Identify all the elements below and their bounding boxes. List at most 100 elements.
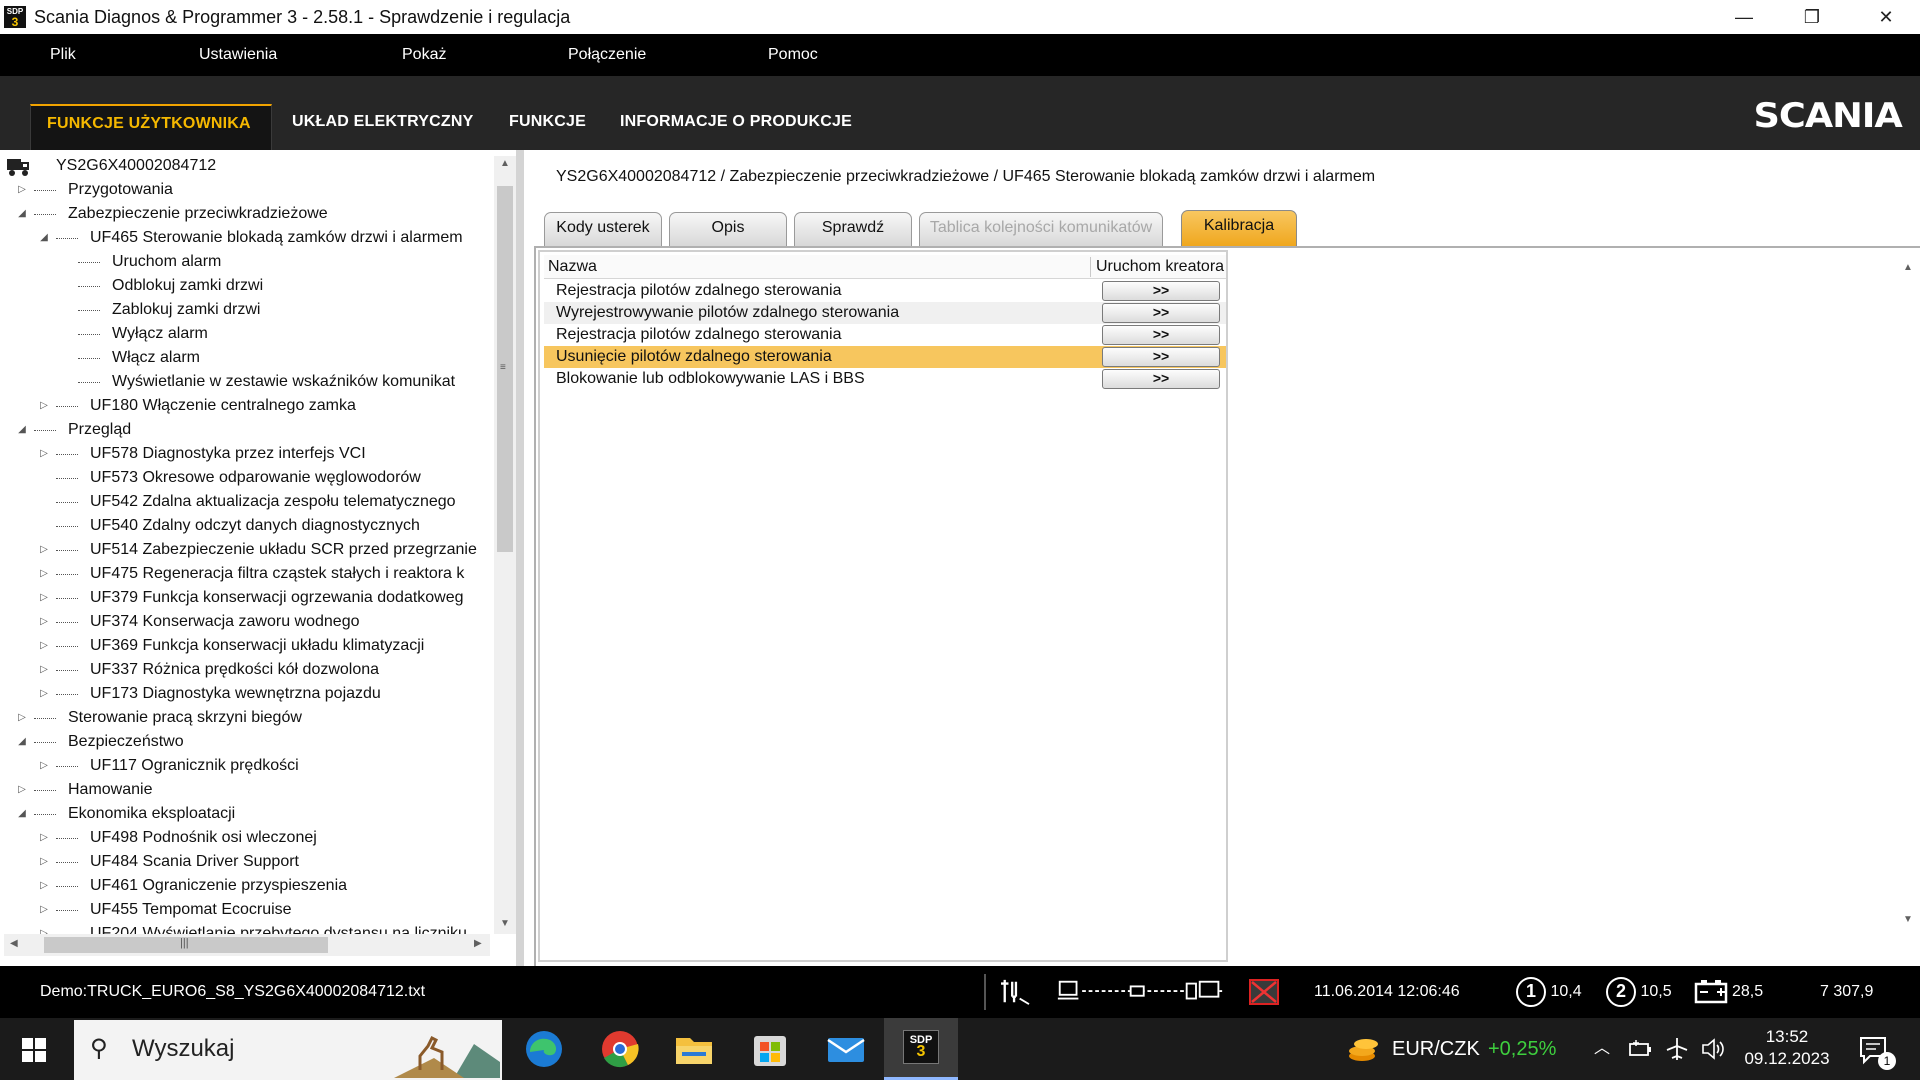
tree-item[interactable]: ▷ UF374 Konserwacja zaworu wodnego — [0, 610, 490, 634]
scrollbar-thumb[interactable]: ≡ — [497, 186, 513, 552]
collapse-arrow-icon[interactable]: ◢ — [16, 202, 28, 226]
tab-user-functions[interactable]: FUNKCJE UŻYTKOWNIKA — [30, 104, 272, 150]
run-wizard-button[interactable]: >> — [1102, 347, 1220, 367]
tree-item[interactable]: ▷ UF484 Scania Driver Support — [0, 850, 490, 874]
tree-item[interactable]: Wyłącz alarm — [0, 322, 490, 346]
scroll-left-arrow-icon[interactable]: ◀ — [10, 938, 18, 949]
expand-arrow-icon[interactable]: ▷ — [38, 658, 50, 682]
expand-arrow-icon[interactable]: ▷ — [16, 778, 28, 802]
mail-icon[interactable] — [818, 1024, 874, 1074]
tab-check[interactable]: Sprawdź — [794, 212, 912, 246]
ecu-error-icon[interactable] — [1248, 978, 1280, 1006]
menu-view[interactable]: Pokaż — [402, 34, 446, 76]
content-vertical-scrollbar[interactable]: ▲ ▼ — [1894, 254, 1920, 966]
run-wizard-button[interactable]: >> — [1102, 369, 1220, 389]
expand-arrow-icon[interactable]: ▷ — [16, 706, 28, 730]
tab-product-information[interactable]: INFORMACJE O PRODUKCJE — [620, 104, 852, 150]
scroll-up-arrow-icon[interactable]: ▲ — [1903, 262, 1913, 273]
tree-vertical-scrollbar[interactable]: ▲ ≡ ▼ — [494, 156, 516, 934]
tree-item[interactable]: ◢ Zabezpieczenie przeciwkradzieżowe — [0, 202, 490, 226]
table-row-selected[interactable]: Usunięcie pilotów zdalnego sterowania >> — [544, 346, 1226, 368]
collapse-arrow-icon[interactable]: ◢ — [16, 730, 28, 754]
taskbar-search[interactable]: ⚲ Wyszukaj — [74, 1020, 502, 1080]
tree-item[interactable]: ▷ UF475 Regeneracja filtra cząstek stałyc… — [0, 562, 490, 586]
tray-overflow-chevron-icon[interactable]: ︿ — [1594, 1018, 1610, 1080]
expand-arrow-icon[interactable]: ▷ — [38, 898, 50, 922]
tree-item[interactable]: ▷ UF369 Funkcja konserwacji układu klimat… — [0, 634, 490, 658]
volume-icon[interactable] — [1700, 1036, 1726, 1062]
expand-arrow-icon[interactable]: ▷ — [38, 442, 50, 466]
tree-item[interactable]: ▷ UF173 Diagnostyka wewnętrzna pojazdu — [0, 682, 490, 706]
sdp3-taskbar-button[interactable]: SDP 3 — [884, 1018, 958, 1080]
column-header-run-wizard[interactable]: Uruchom kreatora — [1096, 255, 1224, 279]
expand-arrow-icon[interactable]: ▷ — [38, 682, 50, 706]
collapse-arrow-icon[interactable]: ◢ — [16, 802, 28, 826]
table-row[interactable]: Blokowanie lub odblokowywanie LAS i BBS … — [544, 368, 1226, 390]
column-header-name[interactable]: Nazwa — [548, 255, 597, 279]
tab-description[interactable]: Opis — [669, 212, 787, 246]
edge-browser-icon[interactable] — [516, 1024, 572, 1074]
table-row[interactable]: Rejestracja pilotów zdalnego sterowania … — [544, 324, 1226, 346]
run-wizard-button[interactable]: >> — [1102, 303, 1220, 323]
tree-item[interactable]: ▷ UF117 Ogranicznik prędkości — [0, 754, 490, 778]
tree-item[interactable]: ▷ UF337 Różnica prędkości kół dozwolona — [0, 658, 490, 682]
windows-start-icon[interactable] — [22, 1038, 46, 1062]
tree-item[interactable]: ▷ Sterowanie pracą skrzyni biegów — [0, 706, 490, 730]
expand-arrow-icon[interactable]: ▷ — [38, 826, 50, 850]
expand-arrow-icon[interactable]: ▷ — [38, 538, 50, 562]
microsoft-store-icon[interactable] — [742, 1024, 798, 1074]
tab-electrical-system[interactable]: UKŁAD ELEKTRYCZNY — [292, 104, 473, 150]
tab-fault-codes[interactable]: Kody usterek — [544, 212, 662, 246]
expand-arrow-icon[interactable]: ▷ — [16, 178, 28, 202]
tree-item[interactable]: UF573 Okresowe odparowanie węglowodorów — [0, 466, 490, 490]
tab-functions[interactable]: FUNKCJE — [509, 104, 586, 150]
tree-item[interactable]: ◢ Bezpieczeństwo — [0, 730, 490, 754]
collapse-arrow-icon[interactable]: ◢ — [38, 226, 50, 250]
tree-item[interactable]: UF542 Zdalna aktualizacja zespołu telema… — [0, 490, 490, 514]
scroll-up-arrow-icon[interactable]: ▲ — [500, 158, 510, 169]
expand-arrow-icon[interactable]: ▷ — [38, 850, 50, 874]
tree-item[interactable]: ▷ UF578 Diagnostyka przez interfejs VCI — [0, 442, 490, 466]
tree-item[interactable]: Zablokuj zamki drzwi — [0, 298, 490, 322]
expand-arrow-icon[interactable]: ▷ — [38, 634, 50, 658]
chrome-browser-icon[interactable] — [592, 1024, 648, 1074]
usb-connection-icon[interactable] — [998, 978, 1032, 1006]
expand-arrow-icon[interactable]: ▷ — [38, 610, 50, 634]
expand-arrow-icon[interactable]: ▷ — [38, 874, 50, 898]
tree-item[interactable]: ◢ Ekonomika eksploatacji — [0, 802, 490, 826]
tree-item[interactable]: UF540 Zdalny odczyt danych diagnostyczny… — [0, 514, 490, 538]
table-row[interactable]: Rejestracja pilotów zdalnego sterowania … — [544, 280, 1226, 302]
vci-connection-icon[interactable] — [1050, 978, 1230, 1006]
tree-item[interactable]: ▷ UF180 Włączenie centralnego zamka — [0, 394, 490, 418]
run-wizard-button[interactable]: >> — [1102, 325, 1220, 345]
menu-settings[interactable]: Ustawienia — [199, 34, 277, 76]
tree-item[interactable]: Wyświetlanie w zestawie wskaźników komun… — [0, 370, 490, 394]
run-wizard-button[interactable]: >> — [1102, 281, 1220, 301]
tree-item[interactable]: ▷ UF379 Funkcja konserwacji ogrzewania do… — [0, 586, 490, 610]
menu-help[interactable]: Pomoc — [768, 34, 818, 76]
scroll-right-arrow-icon[interactable]: ▶ — [474, 938, 482, 949]
expand-arrow-icon[interactable]: ▷ — [38, 754, 50, 778]
currency-pair[interactable]: EUR/CZK — [1392, 1018, 1480, 1080]
expand-arrow-icon[interactable]: ▷ — [38, 394, 50, 418]
expand-arrow-icon[interactable]: ▷ — [38, 562, 50, 586]
tree-item[interactable]: ◢ UF465 Sterowanie blokadą zamków drzwi i… — [0, 226, 490, 250]
close-button[interactable]: ✕ — [1852, 0, 1920, 34]
tree-item[interactable]: Odblokuj zamki drzwi — [0, 274, 490, 298]
currency-change[interactable]: +0,25% — [1488, 1018, 1556, 1080]
scrollbar-thumb[interactable]: ||| — [44, 937, 328, 953]
menu-file[interactable]: Plik — [50, 34, 76, 76]
battery-status-icon[interactable] — [1628, 1038, 1654, 1060]
collapse-arrow-icon[interactable]: ◢ — [16, 418, 28, 442]
table-row[interactable]: Wyrejestrowywanie pilotów zdalnego stero… — [544, 302, 1226, 324]
tab-calibration[interactable]: Kalibracja — [1181, 210, 1297, 248]
tree-item[interactable]: Włącz alarm — [0, 346, 490, 370]
airplane-mode-icon[interactable] — [1664, 1036, 1690, 1062]
scroll-down-arrow-icon[interactable]: ▼ — [500, 918, 510, 929]
menu-connection[interactable]: Połączenie — [568, 34, 646, 76]
maximize-button[interactable]: ❐ — [1778, 0, 1846, 34]
tree-item[interactable]: Uruchom alarm — [0, 250, 490, 274]
file-explorer-icon[interactable] — [666, 1024, 722, 1074]
taskbar-clock[interactable]: 13:52 09.12.2023 — [1742, 1026, 1832, 1070]
tree-item[interactable]: ▷ Hamowanie — [0, 778, 490, 802]
